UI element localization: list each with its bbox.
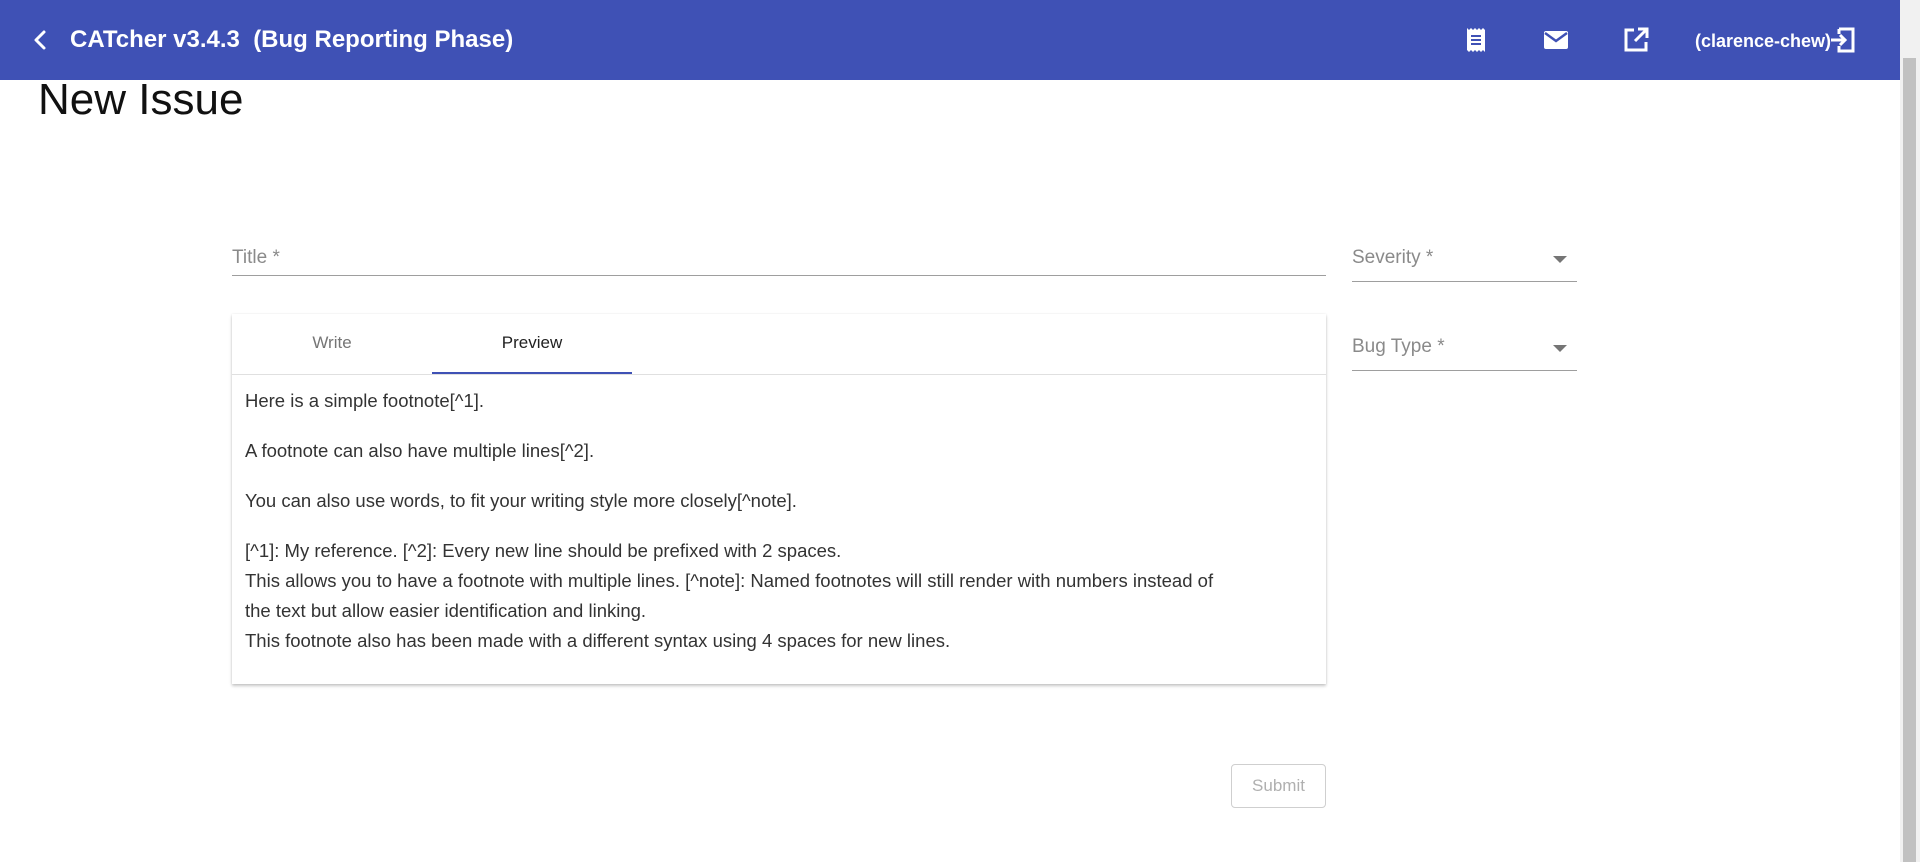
page-title: New Issue [38,75,244,124]
preview-content: Here is a simple footnote[^1]. A footnot… [245,386,1315,656]
footnote-line: This footnote also has been made with a … [245,630,951,651]
footnotes-paragraph: [^1]: My reference. [^2]: Every new line… [245,536,1315,656]
tab-write[interactable]: Write [232,314,432,372]
dropdown-arrow-icon [1553,256,1567,263]
editor-tabs: Write Preview [232,314,1326,375]
dropdown-arrow-icon [1553,345,1567,352]
footnote-line: This allows you to have a footnote with … [245,570,1214,591]
title-field-underline [232,275,1326,276]
title-field-label: Title * [232,247,280,268]
mail-icon[interactable] [1540,24,1572,56]
footnote-line: the text but allow easier identification… [245,600,647,621]
app-title: CATcher v3.4.3 (Bug Reporting Phase) [70,26,514,53]
app-toolbar: CATcher v3.4.3 (Bug Reporting Phase) (cl… [0,0,1900,80]
title-field[interactable]: Title * [232,240,1326,276]
preview-paragraph: A footnote can also have multiple lines[… [245,440,595,461]
receipt-icon[interactable] [1460,24,1492,56]
preview-paragraph: Here is a simple footnote[^1]. [245,390,485,411]
preview-paragraph: You can also use words, to fit your writ… [245,490,797,511]
logout-icon[interactable] [1827,24,1859,56]
bug-type-select-underline [1352,370,1577,371]
page-scrollbar[interactable] [1900,0,1920,862]
open-in-new-icon[interactable] [1620,24,1652,56]
bug-type-select[interactable]: Bug Type * [1352,329,1577,371]
user-name: (clarence-chew) [1695,31,1832,51]
chevron-left-icon[interactable] [24,24,56,56]
footnote-line: [^1]: My reference. [^2]: Every new line… [245,540,842,561]
description-editor: Write Preview Here is a simple footnote[… [232,314,1326,684]
tab-preview[interactable]: Preview [432,314,632,374]
severity-select[interactable]: Severity * [1352,240,1577,282]
severity-select-label: Severity * [1352,247,1434,268]
scrollbar-thumb[interactable] [1903,58,1916,862]
submit-button[interactable]: Submit [1231,764,1326,808]
bug-type-select-label: Bug Type * [1352,336,1445,357]
severity-select-underline [1352,281,1577,282]
